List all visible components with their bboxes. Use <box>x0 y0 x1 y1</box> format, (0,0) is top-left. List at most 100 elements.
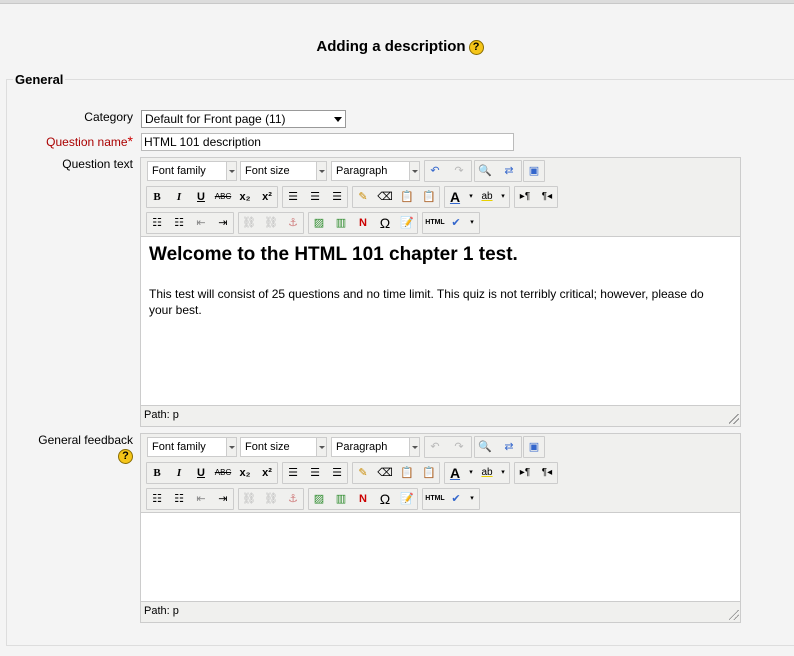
font-family-dropdown[interactable]: Font family <box>147 437 237 457</box>
emoticon-icon[interactable]: 📝 <box>397 489 417 509</box>
link-icon[interactable]: ⛓ <box>239 213 259 233</box>
resize-handle-icon[interactable] <box>729 414 739 424</box>
question-name-input[interactable]: HTML 101 description <box>141 133 514 151</box>
general-feedback-help: ? <box>115 449 133 465</box>
align-center-icon[interactable]: ☰ <box>305 463 325 483</box>
numbered-list-icon[interactable]: ☷ <box>169 489 189 509</box>
rtl-icon[interactable]: ¶◂ <box>537 187 557 207</box>
editor-path: Path: p <box>144 605 179 617</box>
superscript-button[interactable]: x² <box>257 463 277 483</box>
emoticon-icon[interactable]: 📝 <box>397 213 417 233</box>
font-size-dropdown[interactable]: Font size <box>240 437 327 457</box>
category-select[interactable]: Default for Front page (11) <box>141 110 346 128</box>
rtl-icon[interactable]: ¶◂ <box>537 463 557 483</box>
underline-button[interactable]: U <box>191 187 211 207</box>
align-left-icon[interactable]: ☰ <box>283 463 303 483</box>
find-icon[interactable]: 🔍 <box>475 437 495 457</box>
fullscreen-icon[interactable]: ▣ <box>524 437 544 457</box>
general-feedback-editor: Font family Font size Paragraph ↶ ↷ 🔍 ⇄ … <box>140 433 741 623</box>
chevron-down-icon[interactable]: ▾ <box>493 463 513 483</box>
html-source-button[interactable]: HTML <box>423 489 447 509</box>
chevron-down-icon[interactable]: ▾ <box>462 489 482 509</box>
chevron-down-icon[interactable]: ▾ <box>493 187 513 207</box>
undo-icon[interactable]: ↶ <box>425 161 445 181</box>
editor-toolbar-row-2: B I U ABC x₂ x² ☰ ☰ ☰ ✎ ⌫ 📋 📋 A ▾ ab ▾ ▸… <box>141 184 740 210</box>
help-icon[interactable]: ? <box>468 39 484 55</box>
eraser-icon[interactable]: ⌫ <box>375 187 395 207</box>
paste-text-icon[interactable]: 📋 <box>397 463 417 483</box>
eraser-icon[interactable]: ⌫ <box>375 463 395 483</box>
resize-handle-icon[interactable] <box>729 610 739 620</box>
align-left-icon[interactable]: ☰ <box>283 187 303 207</box>
editor-toolbar-row-1: Font family Font size Paragraph ↶ ↷ 🔍 ⇄ … <box>141 434 740 460</box>
ltr-icon[interactable]: ▸¶ <box>515 463 535 483</box>
page-title: Adding a description? <box>0 38 794 55</box>
paste-word-icon[interactable]: 📋 <box>419 463 439 483</box>
help-icon[interactable]: ? <box>118 449 133 465</box>
redo-icon[interactable]: ↷ <box>449 437 469 457</box>
font-family-dropdown[interactable]: Font family <box>147 161 237 181</box>
font-size-dropdown[interactable]: Font size <box>240 161 327 181</box>
align-right-icon[interactable]: ☰ <box>327 463 347 483</box>
subscript-button[interactable]: x₂ <box>235 463 255 483</box>
paste-text-icon[interactable]: 📋 <box>397 187 417 207</box>
cleanup-icon[interactable]: ✎ <box>353 187 373 207</box>
replace-icon[interactable]: ⇄ <box>499 437 519 457</box>
fullscreen-icon[interactable]: ▣ <box>524 161 544 181</box>
anchor-icon[interactable]: ⚓ <box>283 213 303 233</box>
align-right-icon[interactable]: ☰ <box>327 187 347 207</box>
cleanup-icon[interactable]: ✎ <box>353 463 373 483</box>
editor-status-bar: Path: p <box>141 406 740 425</box>
chevron-down-icon[interactable]: ▾ <box>462 213 482 233</box>
chevron-down-icon <box>316 162 326 180</box>
indent-icon[interactable]: ⇥ <box>213 213 233 233</box>
anchor-icon[interactable]: ⚓ <box>283 489 303 509</box>
chevron-down-icon <box>409 162 419 180</box>
outdent-icon[interactable]: ⇤ <box>191 213 211 233</box>
undo-icon[interactable]: ↶ <box>425 437 445 457</box>
strikethrough-button[interactable]: ABC <box>213 187 233 207</box>
format-dropdown[interactable]: Paragraph <box>331 437 420 457</box>
general-legend: General <box>15 72 64 87</box>
question-text-content[interactable]: Welcome to the HTML 101 chapter 1 test. … <box>141 236 740 406</box>
subscript-button[interactable]: x₂ <box>235 187 255 207</box>
bullet-list-icon[interactable]: ☷ <box>147 489 167 509</box>
replace-icon[interactable]: ⇄ <box>499 161 519 181</box>
underline-button[interactable]: U <box>191 463 211 483</box>
unlink-icon[interactable]: ⛓ <box>261 213 281 233</box>
special-char-button[interactable]: Ω <box>375 213 395 233</box>
question-name-label-wrap: Question name* <box>46 133 133 149</box>
redo-icon[interactable]: ↷ <box>449 161 469 181</box>
content-paragraph: This test will consist of 25 questions a… <box>149 287 704 317</box>
question-name-label: Question name <box>46 135 128 149</box>
bold-button[interactable]: B <box>147 187 167 207</box>
image-icon[interactable]: ▨ <box>309 489 329 509</box>
general-feedback-content[interactable] <box>141 512 740 602</box>
general-feedback-label: General feedback <box>38 433 133 447</box>
superscript-button[interactable]: x² <box>257 187 277 207</box>
align-center-icon[interactable]: ☰ <box>305 187 325 207</box>
bullet-list-icon[interactable]: ☷ <box>147 213 167 233</box>
italic-button[interactable]: I <box>169 187 189 207</box>
outdent-icon[interactable]: ⇤ <box>191 489 211 509</box>
nolink-icon[interactable]: N <box>353 489 373 509</box>
media-icon[interactable]: ▥ <box>331 213 351 233</box>
html-source-button[interactable]: HTML <box>423 213 447 233</box>
link-icon[interactable]: ⛓ <box>239 489 259 509</box>
indent-icon[interactable]: ⇥ <box>213 489 233 509</box>
media-icon[interactable]: ▥ <box>331 489 351 509</box>
paste-word-icon[interactable]: 📋 <box>419 187 439 207</box>
format-dropdown[interactable]: Paragraph <box>331 161 420 181</box>
italic-button[interactable]: I <box>169 463 189 483</box>
font-size-label: Font size <box>245 441 290 453</box>
image-icon[interactable]: ▨ <box>309 213 329 233</box>
format-label: Paragraph <box>336 441 388 453</box>
ltr-icon[interactable]: ▸¶ <box>515 187 535 207</box>
find-icon[interactable]: 🔍 <box>475 161 495 181</box>
strikethrough-button[interactable]: ABC <box>213 463 233 483</box>
special-char-button[interactable]: Ω <box>375 489 395 509</box>
bold-button[interactable]: B <box>147 463 167 483</box>
unlink-icon[interactable]: ⛓ <box>261 489 281 509</box>
nolink-icon[interactable]: N <box>353 213 373 233</box>
numbered-list-icon[interactable]: ☷ <box>169 213 189 233</box>
